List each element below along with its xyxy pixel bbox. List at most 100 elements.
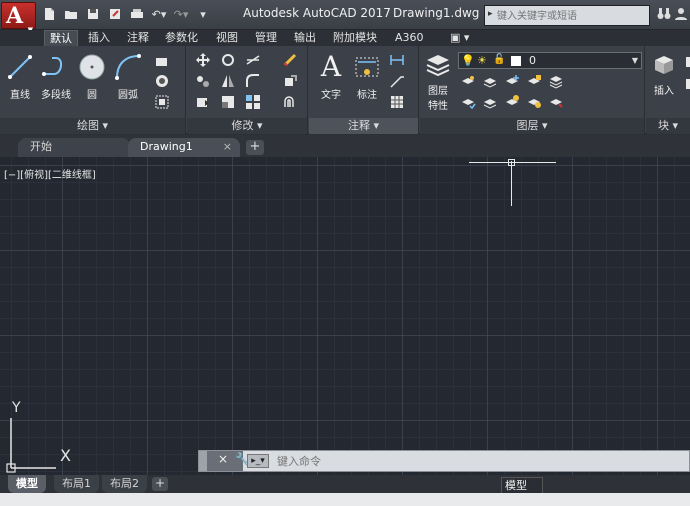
layer-lock-icon[interactable] xyxy=(526,73,542,89)
array-icon[interactable] xyxy=(245,94,261,110)
sun-icon[interactable]: ☀ xyxy=(477,54,487,67)
undo-icon[interactable]: ↶▾ xyxy=(150,7,168,23)
command-line-grip[interactable] xyxy=(199,451,207,471)
add-layout-button[interactable]: + xyxy=(152,477,168,491)
tab-featured-apps[interactable]: ▣ ▾ xyxy=(450,30,469,46)
tab-manage[interactable]: 管理 xyxy=(255,30,277,46)
command-line-buttons: × 🔧 xyxy=(207,451,250,471)
edit-block-icon[interactable] xyxy=(684,76,690,92)
tab-output[interactable]: 输出 xyxy=(294,30,316,46)
current-layer-name: 0 xyxy=(529,54,536,67)
tab-view[interactable]: 视图 xyxy=(216,30,238,46)
circle-tool-button[interactable]: 圆 xyxy=(72,50,112,101)
erase-icon[interactable] xyxy=(282,52,298,68)
layer-off-icon[interactable] xyxy=(460,73,476,89)
layer-dropdown[interactable]: 💡 ☀ 🔓 0 ▼ xyxy=(458,52,642,69)
tab-insert[interactable]: 插入 xyxy=(88,30,110,46)
table-icon[interactable] xyxy=(389,94,405,110)
command-prompt-icon[interactable]: ▸_▾ xyxy=(247,454,269,468)
layout1-tab[interactable]: 布局1 xyxy=(54,475,99,493)
layer-unlock-icon[interactable] xyxy=(526,94,542,110)
tab-addins[interactable]: 附加模块 xyxy=(333,30,377,46)
layer-freeze-icon[interactable] xyxy=(504,73,520,89)
open-file-icon[interactable] xyxy=(62,7,80,23)
arc-tool-label: 圆弧 xyxy=(118,90,138,101)
modify-panel-title[interactable]: 修改 ▾ xyxy=(187,118,307,134)
trim-icon[interactable] xyxy=(245,52,261,68)
model-tab[interactable]: 模型 xyxy=(8,475,46,493)
layer-match-icon[interactable] xyxy=(548,73,564,89)
scale-icon[interactable] xyxy=(220,94,236,110)
new-file-icon[interactable] xyxy=(40,7,58,23)
new-tab-button[interactable]: + xyxy=(246,140,264,155)
help-search-input[interactable] xyxy=(497,8,647,24)
tab-a360[interactable]: A360 xyxy=(395,30,424,46)
ucs-x-label: X xyxy=(60,446,71,465)
layer-isolate-icon[interactable] xyxy=(482,73,498,89)
layer-properties-label-2: 特性 xyxy=(428,101,448,112)
layer-previous-icon[interactable] xyxy=(482,94,498,110)
modify-panel: 修改 ▾ xyxy=(187,46,308,134)
create-block-icon[interactable] xyxy=(684,54,690,70)
hatch-icon[interactable] xyxy=(154,73,170,89)
arc-icon xyxy=(108,50,148,84)
text-a-icon: A xyxy=(320,50,342,83)
copy-icon[interactable] xyxy=(195,73,211,89)
insert-block-button[interactable]: 插入 xyxy=(646,50,682,97)
tab-parametric[interactable]: 参数化 xyxy=(165,30,198,46)
layer-make-current-icon[interactable] xyxy=(460,94,476,110)
boundary-icon[interactable] xyxy=(154,94,170,110)
close-tab-icon[interactable]: × xyxy=(223,138,232,156)
start-tab-label: 开始 xyxy=(30,140,52,153)
tab-home[interactable]: 默认 xyxy=(44,30,78,46)
arc-tool-button[interactable]: 圆弧 xyxy=(108,50,148,101)
offset-icon[interactable] xyxy=(282,94,298,110)
draw-panel-title[interactable]: 绘图 ▾ xyxy=(0,118,185,134)
explode-icon[interactable] xyxy=(282,73,298,89)
stretch-icon[interactable] xyxy=(195,94,211,110)
rotate-icon[interactable] xyxy=(220,52,236,68)
binoculars-icon[interactable] xyxy=(657,7,671,24)
dimension-tool-label: 标注 xyxy=(357,90,377,101)
command-input[interactable] xyxy=(277,453,677,469)
layer-properties-label-1: 图层 xyxy=(428,86,448,97)
drawing-canvas[interactable]: [−][俯视][二维线框] Y X xyxy=(0,157,690,475)
mirror-icon[interactable] xyxy=(220,73,236,89)
line-tool-button[interactable]: 直线 xyxy=(0,50,40,101)
rectangle-icon[interactable] xyxy=(154,54,170,70)
customize-toolbar-icon[interactable]: ▾ xyxy=(194,7,212,23)
chevron-down-icon: ▼ xyxy=(631,56,638,65)
leader-icon[interactable] xyxy=(389,73,405,89)
help-search-box[interactable]: ▸ xyxy=(484,5,650,26)
dimension-tool-button[interactable]: 标注 xyxy=(347,50,387,101)
layer-properties-button[interactable]: 图层 特性 xyxy=(420,50,456,112)
block-panel-title[interactable]: 块 ▾ xyxy=(646,118,690,134)
save-as-icon[interactable] xyxy=(106,7,124,23)
line-tool-label: 直线 xyxy=(10,90,30,101)
layers-panel-title[interactable]: 图层 ▾ xyxy=(420,118,644,134)
tab-annotate[interactable]: 注释 xyxy=(127,30,149,46)
circle-icon xyxy=(72,50,112,84)
viewport-controls[interactable]: [−][俯视][二维线框] xyxy=(4,166,96,181)
lock-icon[interactable]: 🔓 xyxy=(493,54,505,65)
application-menu-button[interactable]: A ▼ xyxy=(1,2,36,34)
user-icon[interactable] xyxy=(675,7,687,24)
drawing-tab-label: Drawing1 xyxy=(140,140,193,153)
layout2-tab[interactable]: 布局2 xyxy=(102,475,147,493)
text-tool-button[interactable]: A 文字 xyxy=(311,50,351,101)
linear-dimension-icon[interactable] xyxy=(389,52,405,68)
redo-icon[interactable]: ↷▾ xyxy=(172,7,190,23)
drawing-tab[interactable]: Drawing1 × xyxy=(128,138,240,157)
polyline-tool-button[interactable]: 多段线 xyxy=(36,50,76,101)
close-icon[interactable]: × xyxy=(218,452,228,466)
move-icon[interactable] xyxy=(195,52,211,68)
layer-thaw-icon[interactable] xyxy=(504,94,520,110)
fillet-icon[interactable] xyxy=(245,73,261,89)
annotation-panel-title[interactable]: 注释 ▾ xyxy=(309,118,418,134)
layer-walk-icon[interactable] xyxy=(548,94,564,110)
print-icon[interactable] xyxy=(128,7,146,23)
start-tab[interactable]: 开始 xyxy=(18,138,130,157)
save-icon[interactable] xyxy=(84,7,102,23)
insert-block-label: 插入 xyxy=(654,86,674,97)
lightbulb-icon[interactable]: 💡 xyxy=(461,54,475,67)
